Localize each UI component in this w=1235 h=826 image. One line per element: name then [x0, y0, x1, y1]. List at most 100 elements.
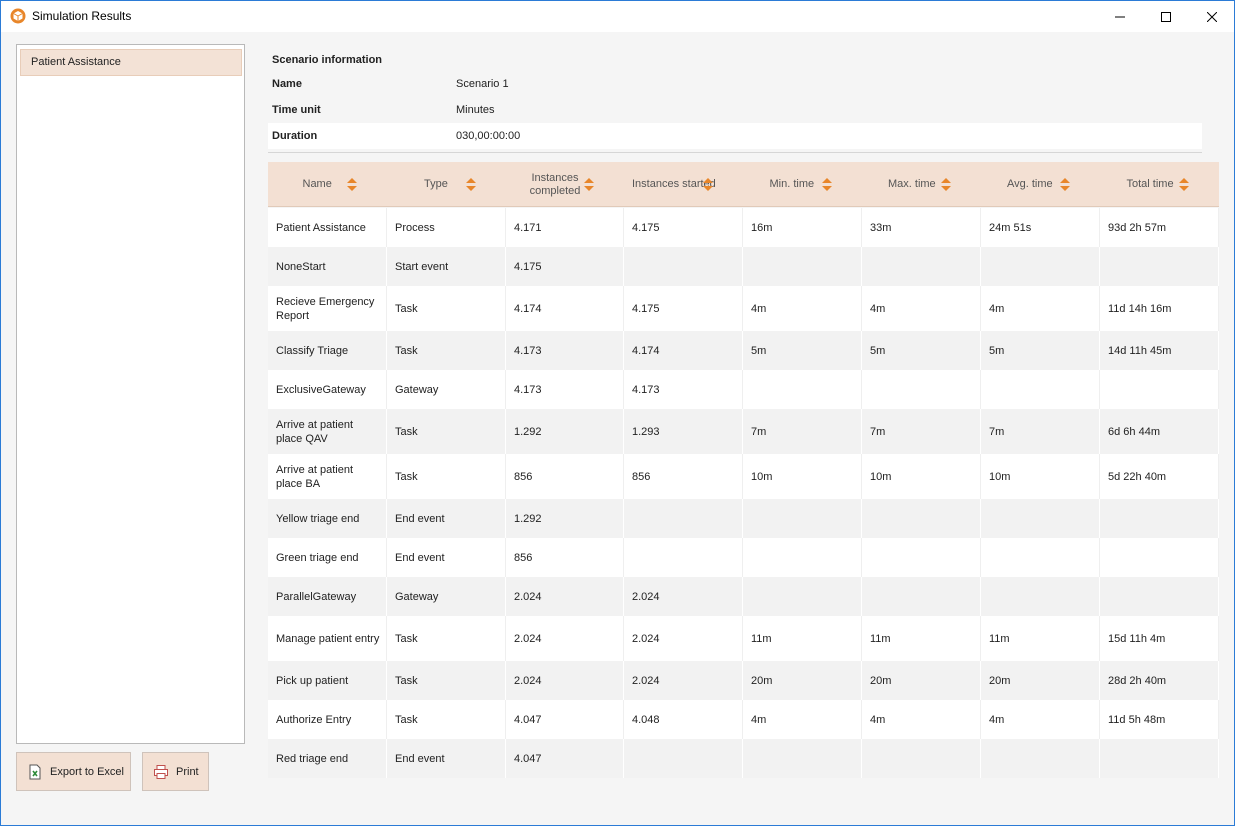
sort-arrows-icon[interactable] [466, 178, 476, 191]
table-cell [981, 739, 1100, 778]
sort-arrows-icon[interactable] [941, 178, 951, 191]
table-row[interactable]: Arrive at patient place BA Task 856 856 10m 1… [268, 454, 1219, 499]
simulation-results-window: Simulation Results Patient Assistance Ex… [0, 0, 1235, 826]
close-button[interactable] [1189, 1, 1235, 32]
table-cell: 2.024 [624, 577, 743, 616]
title-bar: Simulation Results [1, 1, 1234, 32]
table-cell: 5m [743, 331, 862, 370]
print-button[interactable]: Print [142, 752, 209, 791]
table-cell: Task [387, 700, 506, 739]
table-row[interactable]: Red triage end End event 4.047 [268, 739, 1219, 778]
table-cell: Patient Assistance [268, 208, 387, 247]
column-header[interactable]: Max. time [862, 162, 981, 207]
table-cell: 11d 14h 16m [1100, 286, 1219, 331]
table-row[interactable]: Authorize Entry Task 4.047 4.048 4m 4m 4m 11d 5… [268, 700, 1219, 739]
table-cell: 1.292 [506, 499, 624, 538]
table-cell: 15d 11h 4m [1100, 616, 1219, 661]
column-header-label: Total time [1126, 178, 1174, 190]
table-cell [1100, 370, 1219, 409]
sort-arrows-icon[interactable] [822, 178, 832, 191]
sort-arrows-icon[interactable] [1060, 178, 1070, 191]
table-cell: Arrive at patient place BA [268, 454, 387, 499]
process-list-item[interactable]: Patient Assistance [20, 49, 242, 76]
table-row[interactable]: Classify Triage Task 4.173 4.174 5m 5m 5m 14d 1… [268, 331, 1219, 370]
sort-arrows-icon[interactable] [703, 178, 713, 191]
table-cell: 4m [862, 286, 981, 331]
table-cell: Classify Triage [268, 331, 387, 370]
table-cell: Gateway [387, 577, 506, 616]
divider [268, 152, 1202, 153]
table-row[interactable]: ParallelGateway Gateway 2.024 2.024 [268, 577, 1219, 616]
table-cell [981, 538, 1100, 577]
table-cell: 2.024 [624, 661, 743, 700]
table-row[interactable]: Yellow triage end End event 1.292 [268, 499, 1219, 538]
table-row[interactable]: Patient Assistance Process 4.171 4.175 16m 33… [268, 208, 1219, 247]
export-to-excel-button[interactable]: Export to Excel [16, 752, 131, 791]
table-cell: 5m [862, 331, 981, 370]
column-header[interactable]: Avg. time [981, 162, 1100, 207]
scenario-value: 030,00:00:00 [456, 130, 521, 142]
table-cell: 4.173 [506, 331, 624, 370]
column-header[interactable]: Instances completed [506, 162, 624, 207]
table-row[interactable]: Arrive at patient place QAV Task 1.292 1.29… [268, 409, 1219, 454]
table-cell: 4.047 [506, 739, 624, 778]
table-cell: 14d 11h 45m [1100, 331, 1219, 370]
minimize-button[interactable] [1097, 1, 1143, 32]
table-cell [624, 499, 743, 538]
table-cell [743, 577, 862, 616]
table-cell: Gateway [387, 370, 506, 409]
column-header[interactable]: Type [387, 162, 506, 207]
maximize-button[interactable] [1143, 1, 1189, 32]
excel-icon [29, 764, 41, 779]
column-header[interactable]: Total time [1100, 162, 1219, 207]
table-row[interactable]: Green triage end End event 856 [268, 538, 1219, 577]
table-cell: 33m [862, 208, 981, 247]
sort-arrows-icon[interactable] [1179, 178, 1189, 191]
table-cell [624, 247, 743, 286]
table-cell: Arrive at patient place QAV [268, 409, 387, 454]
sort-arrows-icon[interactable] [347, 178, 357, 191]
table-cell: 4m [981, 700, 1100, 739]
column-header-label: Avg. time [1007, 178, 1053, 190]
table-cell [743, 538, 862, 577]
table-row[interactable]: Manage patient entry Task 2.024 2.024 11m 11m… [268, 616, 1219, 661]
table-cell: 24m 51s [981, 208, 1100, 247]
table-cell: 4m [981, 286, 1100, 331]
table-row[interactable]: ExclusiveGateway Gateway 4.173 4.173 [268, 370, 1219, 409]
sort-arrows-icon[interactable] [584, 178, 594, 191]
table-cell: End event [387, 538, 506, 577]
column-header-label: Min. time [769, 178, 815, 190]
process-list[interactable]: Patient Assistance [16, 44, 245, 744]
table-cell: Task [387, 661, 506, 700]
table-row[interactable]: Pick up patient Task 2.024 2.024 20m 20m 20m 28… [268, 661, 1219, 700]
table-cell: Task [387, 331, 506, 370]
table-row[interactable]: NoneStart Start event 4.175 [268, 247, 1219, 286]
table-cell: Red triage end [268, 739, 387, 778]
table-cell: 4m [862, 700, 981, 739]
column-header[interactable]: Name [268, 162, 387, 207]
table-cell: 93d 2h 57m [1100, 208, 1219, 247]
table-cell [624, 739, 743, 778]
table-cell [862, 370, 981, 409]
table-cell: 4.171 [506, 208, 624, 247]
close-icon [1207, 11, 1217, 22]
table-cell: 4.175 [624, 286, 743, 331]
column-header[interactable]: Min. time [743, 162, 862, 207]
table-cell: 4.175 [624, 208, 743, 247]
table-cell [862, 739, 981, 778]
table-cell: Task [387, 409, 506, 454]
table-cell: 20m [743, 661, 862, 700]
table-cell: 4.173 [506, 370, 624, 409]
scenario-value: Scenario 1 [456, 78, 509, 90]
table-cell [1100, 499, 1219, 538]
table-cell: 20m [862, 661, 981, 700]
table-cell: Task [387, 454, 506, 499]
table-cell [743, 739, 862, 778]
table-cell: 5m [981, 331, 1100, 370]
table-cell: 4.047 [506, 700, 624, 739]
table-cell: End event [387, 499, 506, 538]
export-label: Export to Excel [50, 765, 124, 778]
table-cell: Start event [387, 247, 506, 286]
column-header[interactable]: Instances started [624, 162, 743, 207]
table-row[interactable]: Recieve Emergency Report Task 4.174 4.175 4m… [268, 286, 1219, 331]
